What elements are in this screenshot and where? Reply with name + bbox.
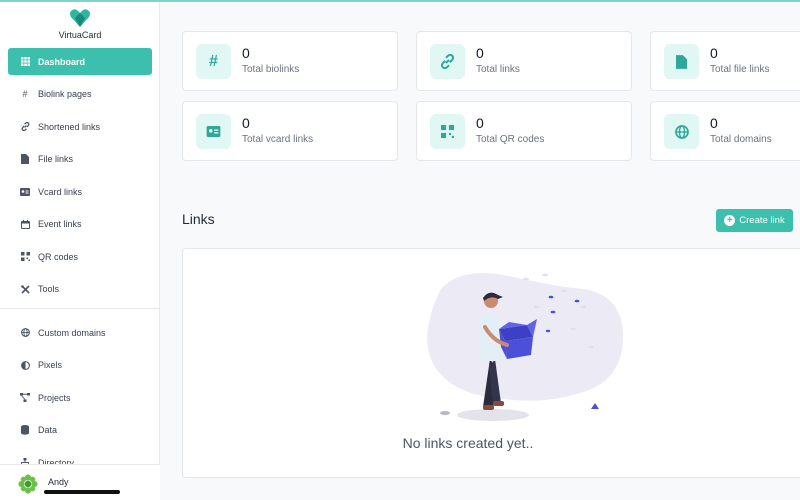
redacted-email (44, 490, 120, 494)
avatar (18, 474, 38, 494)
stat-value: 0 (710, 115, 718, 131)
sidebar-item-tools[interactable]: Tools (8, 276, 152, 303)
sidebar-item-custom-domains[interactable]: Custom domains (8, 319, 152, 346)
create-link-button[interactable]: + Create link (716, 209, 793, 232)
plus-circle-icon: + (724, 215, 736, 226)
sidebar-item-pixels[interactable]: Pixels (8, 352, 152, 379)
qr-icon (430, 114, 465, 149)
stat-label: Total file links (710, 64, 770, 75)
sidebar-item-label: Event links (38, 219, 82, 229)
grid-icon (18, 57, 32, 66)
brand[interactable]: VirtuaCard (0, 8, 160, 40)
stat-card-qr-codes[interactable]: 0 Total QR codes (416, 101, 632, 161)
sidebar-item-biolink-pages[interactable]: # Biolink pages (8, 81, 152, 108)
stat-value: 0 (476, 45, 484, 61)
file-icon (664, 44, 699, 79)
tools-icon (18, 284, 32, 294)
stat-label: Total domains (710, 134, 772, 145)
stat-card-file-links[interactable]: 0 Total file links (650, 31, 800, 91)
sidebar-item-label: Shortened links (38, 121, 101, 132)
user-menu[interactable]: Andy (0, 464, 160, 500)
calendar-icon (18, 219, 32, 229)
sidebar-item-projects[interactable]: Projects (8, 384, 152, 411)
link-icon (430, 44, 465, 79)
stat-card-links[interactable]: 0 Total links (416, 31, 632, 91)
sidebar-item-label: Custom domains (38, 327, 106, 338)
stat-value: 0 (242, 115, 250, 131)
create-link-label: Create link (739, 215, 785, 226)
stat-label: Total QR codes (476, 134, 545, 145)
project-diagram-icon (18, 393, 32, 402)
adjust-icon (18, 360, 32, 370)
sidebar-item-label: Projects (38, 392, 71, 403)
empty-state-text: No links created yet.. (402, 435, 534, 451)
sidebar-item-event-links[interactable]: Event links (8, 211, 152, 238)
stat-value: 0 (242, 45, 250, 61)
stat-label: Total links (476, 64, 520, 75)
empty-box-illustration (427, 273, 623, 421)
links-section-title: Links (182, 211, 215, 227)
sidebar-item-label: Vcard links (38, 186, 83, 197)
sidebar-item-label: File links (38, 154, 74, 164)
id-card-icon (196, 114, 231, 149)
file-icon (18, 154, 32, 164)
brand-name: VirtuaCard (58, 30, 102, 40)
stat-card-biolinks[interactable]: # 0 Total biolinks (182, 31, 398, 91)
links-empty-state: No links created yet.. (182, 248, 800, 478)
stat-card-vcard-links[interactable]: 0 Total vcard links (182, 101, 398, 161)
sidebar: VirtuaCard Dashboard # Biolink pages Sho… (0, 2, 160, 500)
sidebar-item-shortened-links[interactable]: Shortened links (8, 113, 152, 140)
sidebar-item-label: Biolink pages (38, 89, 92, 99)
sidebar-divider (0, 308, 160, 309)
sidebar-item-label: Pixels (38, 360, 63, 370)
id-card-icon (18, 187, 32, 196)
stat-card-domains[interactable]: 0 Total domains (650, 101, 800, 161)
sidebar-nav: Dashboard # Biolink pages Shortened link… (0, 48, 160, 482)
database-icon (18, 425, 32, 435)
sidebar-item-file-links[interactable]: File links (8, 146, 152, 173)
sidebar-item-vcard-links[interactable]: Vcard links (8, 178, 152, 205)
brand-logo-icon (70, 9, 90, 27)
link-icon (18, 122, 32, 131)
stat-value: 0 (710, 45, 718, 61)
stat-label: Total biolinks (242, 64, 300, 75)
sidebar-item-qr-codes[interactable]: QR codes (8, 243, 152, 270)
stat-value: 0 (476, 115, 484, 131)
qr-icon (18, 252, 32, 261)
stat-label: Total vcard links (242, 134, 314, 145)
sidebar-item-label: Dashboard (38, 56, 86, 67)
sidebar-item-dashboard[interactable]: Dashboard (8, 48, 152, 75)
hash-icon: # (22, 89, 28, 99)
globe-icon (18, 328, 32, 337)
sidebar-item-label: Tools (38, 284, 60, 294)
sidebar-item-label: Data (38, 425, 58, 435)
globe-icon (664, 114, 699, 149)
hash-icon: # (196, 44, 231, 79)
sidebar-item-label: QR codes (38, 251, 79, 262)
sidebar-item-data[interactable]: Data (8, 417, 152, 444)
user-name: Andy (48, 477, 69, 487)
